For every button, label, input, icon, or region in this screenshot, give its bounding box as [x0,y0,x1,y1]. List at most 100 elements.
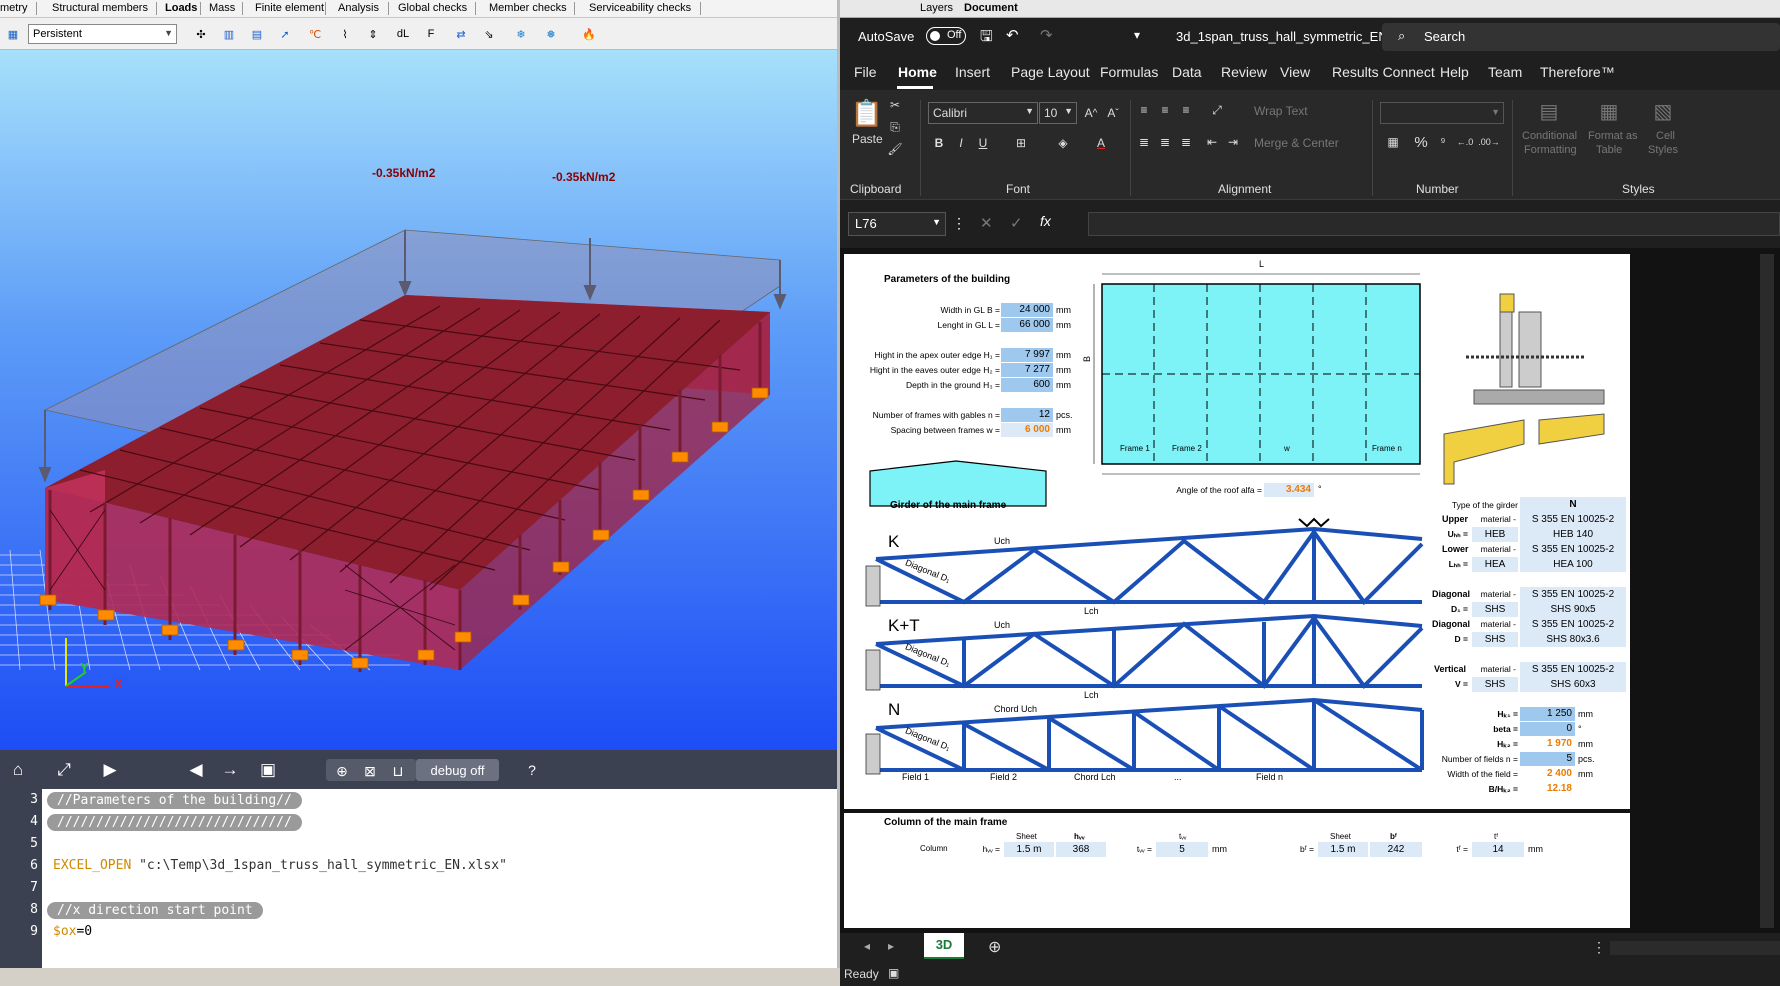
vertical-scrollbar[interactable] [1760,254,1774,928]
tab-insert[interactable]: Insert [955,64,990,80]
flange-width-value[interactable]: 242 [1370,842,1422,857]
snow-load-icon[interactable]: ❄ [510,23,532,45]
paste-label[interactable]: Paste [852,132,883,146]
length-value[interactable]: 66 000 [1001,318,1053,332]
spacing-value[interactable]: 6 000 [1001,423,1053,437]
bold-icon[interactable]: B [930,132,948,154]
underline-icon[interactable]: U [974,132,992,154]
girder-type-value[interactable]: N [1520,497,1626,512]
snow-drift-icon[interactable]: ❅ [540,23,562,45]
font-color-icon[interactable]: A [1090,132,1112,154]
number-format-select[interactable]: ▼ [1380,102,1504,124]
accounting-format-icon[interactable]: ▦ [1380,132,1406,152]
breakpoint-clear-icon[interactable]: ⊠ [358,759,382,783]
3d-viewport[interactable]: -0.35kN/m2 -0.35kN/m2 X Y [0,50,837,750]
tab-file[interactable]: File [854,64,877,80]
web-height-value[interactable]: 368 [1056,842,1106,857]
thermal-gradient-icon[interactable]: ⌇ [334,23,356,45]
prev-sheet-icon[interactable]: ◂ [864,939,870,953]
fields-count-value[interactable]: 5 [1520,752,1575,766]
breakpoint-add-icon[interactable]: ⊕ [330,759,354,783]
tab-help[interactable]: Help [1440,64,1469,80]
expand-icon[interactable]: ⤢ [52,758,76,782]
menu-geometry[interactable]: metry [0,2,28,14]
menu-member-checks[interactable]: Member checks [489,2,567,14]
menu-mass[interactable]: Mass [209,2,235,14]
undo-icon[interactable]: ↶ [1006,26,1019,44]
more-icon[interactable]: ⋮ [1592,939,1606,956]
hk2-value[interactable]: 1 970 [1520,737,1575,751]
copy-icon[interactable]: ⎘ [886,118,904,136]
wrap-text-button[interactable]: Wrap Text [1254,104,1308,118]
move-load-icon[interactable]: ⇄ [450,23,472,45]
lower-chord-section[interactable]: HEA 100 [1520,557,1626,572]
eaves-height-value[interactable]: 7 277 [1001,363,1053,377]
tab-home[interactable]: Home [898,64,937,80]
more-icon[interactable]: ⋮ [952,215,966,232]
shrink-font-icon[interactable]: Aˇ [1104,102,1122,124]
borders-icon[interactable]: ⊞ [1010,132,1032,154]
format-as-table-icon[interactable]: ▦ [1596,98,1622,124]
merge-center-button[interactable]: Merge & Center [1254,136,1339,150]
menu-analysis[interactable]: Analysis [338,2,379,14]
formula-input[interactable] [1088,212,1780,236]
conditional-formatting-icon[interactable]: ▤ [1536,98,1562,124]
roof-angle-value[interactable]: 3.434 [1264,483,1314,497]
enter-icon[interactable]: ✓ [1010,214,1023,232]
align-top-icon[interactable]: ≡ [1135,100,1153,120]
load-case-select[interactable]: Persistent ▼ [28,24,177,44]
tab-therefore[interactable]: Therefore™ [1540,64,1615,80]
script-editor[interactable]: 3//Parameters of the building// 4///////… [0,789,837,968]
flange-sheet-value[interactable]: 1.5 m [1318,842,1368,857]
font-name-select[interactable]: Calibri ▼ [928,102,1038,124]
b-hk2-ratio-value[interactable]: 12.18 [1520,782,1575,796]
web-sheet-value[interactable]: 1.5 m [1004,842,1054,857]
support-settlement-icon[interactable]: ⇘ [478,23,500,45]
grow-font-icon[interactable]: A ^ [1082,102,1100,124]
search-box[interactable]: ⌕ Search [1382,23,1780,51]
upper-chord-section[interactable]: HEB 140 [1520,527,1626,542]
worksheet-area[interactable]: Parameters of the building Width in GL B… [840,248,1780,933]
menu-structural-members[interactable]: Structural members [52,2,148,14]
frames-count-value[interactable]: 12 [1001,408,1053,422]
help-icon[interactable]: ? [520,758,544,782]
fill-color-icon[interactable]: ◈ [1052,132,1074,154]
temperature-load-icon[interactable]: ℃ [304,23,326,45]
back-icon[interactable]: ◀ [184,758,208,782]
menu-loads[interactable]: Loads [165,2,197,14]
load-case-icon[interactable]: ▦ [2,23,24,45]
cell-styles-icon[interactable]: ▧ [1650,98,1676,124]
tab-results-connect[interactable]: Results Connect [1332,64,1435,80]
force-icon[interactable]: F [420,23,442,45]
debug-toggle[interactable]: debug off [416,759,499,781]
font-size-select[interactable]: 10 ▼ [1039,102,1077,124]
length-change-icon[interactable]: ⇕ [362,23,384,45]
paste-icon[interactable]: 📋 [850,96,884,130]
tab-document[interactable]: Document [964,2,1018,14]
comma-style-icon[interactable]: ⁹ [1434,132,1452,152]
tab-team[interactable]: Team [1488,64,1522,80]
point-load-icon[interactable]: ✣ [190,23,212,45]
play-icon[interactable]: ▶ [98,758,122,782]
tab-review[interactable]: Review [1221,64,1267,80]
hk1-value[interactable]: 1 250 [1520,707,1575,721]
align-center-icon[interactable]: ≣ [1156,132,1174,152]
sheet-tab-3d[interactable]: 3D [924,933,964,959]
dl-icon[interactable]: dL [392,23,414,45]
italic-icon[interactable]: I [952,132,970,154]
increase-indent-icon[interactable]: ⇥ [1224,132,1242,152]
menu-global-checks[interactable]: Global checks [398,2,467,14]
tab-page-layout[interactable]: Page Layout [1011,64,1090,80]
apex-height-value[interactable]: 7 997 [1001,348,1053,362]
format-painter-icon[interactable]: 🖌 [886,140,904,158]
file-name[interactable]: 3d_1span_truss_hall_symmetric_EN [1176,29,1388,44]
flange-thickness-value[interactable]: 14 [1472,842,1524,857]
align-right-icon[interactable]: ≣ [1177,132,1195,152]
next-sheet-icon[interactable]: ▸ [888,939,894,953]
insert-function-icon[interactable]: fx [1040,213,1051,229]
align-bottom-icon[interactable]: ≡ [1177,100,1195,120]
horizontal-scrollbar[interactable] [1610,941,1780,955]
increase-decimal-icon[interactable]: ←.0 [1454,132,1476,152]
diagonal-d1-section[interactable]: SHS 90x5 [1520,602,1626,617]
decrease-indent-icon[interactable]: ⇤ [1203,132,1221,152]
